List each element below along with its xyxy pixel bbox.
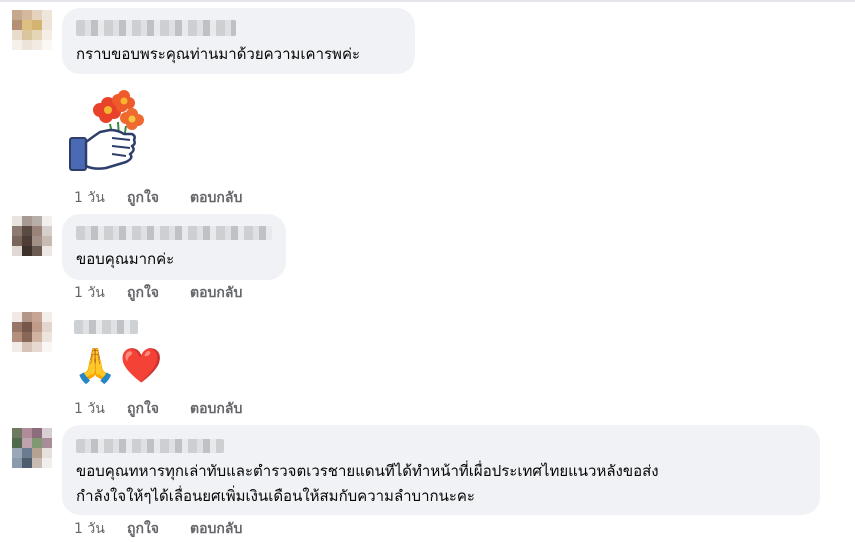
folded-hands-emoji: 🙏 [74, 346, 117, 386]
comment-bubble: กราบขอบพระคุณท่านมาด้วยความเคารพค่ะ [62, 8, 415, 74]
like-button[interactable]: ถูกใจ [127, 518, 190, 540]
comment-text-line-2: กำลังใจให้ๆได้เลื่อนยศเพิ่มเงินเดือนให้ส… [76, 487, 475, 505]
comment-actions: 1 วัน ถูกใจ ตอบกลับ [74, 283, 242, 303]
reply-button[interactable]: ตอบกลับ [190, 398, 242, 420]
comment-actions: 1 วัน ถูกใจ ตอบกลับ [74, 519, 242, 539]
comment-text-line-1: ขอบคุณทหารทุกเล่าทับและตำรวจตเวรชายแดนที… [76, 462, 659, 480]
like-button[interactable]: ถูกใจ [127, 398, 190, 420]
reply-button[interactable]: ตอบกลับ [190, 282, 242, 304]
thumbs-up-holding-flowers-sticker [69, 90, 144, 171]
comment-text: ขอบคุณมากค่ะ [76, 250, 175, 268]
red-heart-emoji: ❤️ [120, 346, 163, 386]
comment-timestamp[interactable]: 1 วัน [74, 518, 127, 540]
avatar[interactable] [12, 312, 52, 352]
comment-timestamp[interactable]: 1 วัน [74, 398, 127, 420]
commenter-name[interactable] [76, 439, 224, 453]
commenter-name[interactable] [76, 20, 236, 36]
reply-button[interactable]: ตอบกลับ [190, 187, 242, 209]
comment-actions: 1 วัน ถูกใจ ตอบกลับ [74, 399, 242, 419]
comment-timestamp[interactable]: 1 วัน [74, 282, 127, 304]
top-divider [0, 0, 855, 2]
commenter-name[interactable] [74, 320, 138, 334]
emoji-reply: 🙏 ❤️ [74, 344, 163, 388]
like-button[interactable]: ถูกใจ [127, 187, 190, 209]
reply-button[interactable]: ตอบกลับ [190, 518, 242, 540]
avatar[interactable] [12, 10, 52, 50]
comment-actions: 1 วัน ถูกใจ ตอบกลับ [74, 188, 242, 208]
comment-bubble: ขอบคุณทหารทุกเล่าทับและตำรวจตเวรชายแดนที… [62, 425, 820, 515]
like-button[interactable]: ถูกใจ [127, 282, 190, 304]
comment-text: กราบขอบพระคุณท่านมาด้วยความเคารพค่ะ [76, 45, 361, 63]
avatar[interactable] [12, 216, 52, 256]
comment-timestamp[interactable]: 1 วัน [74, 187, 127, 209]
comment-bubble: ขอบคุณมากค่ะ [62, 214, 286, 280]
avatar[interactable] [12, 428, 52, 468]
commenter-name[interactable] [76, 226, 272, 240]
